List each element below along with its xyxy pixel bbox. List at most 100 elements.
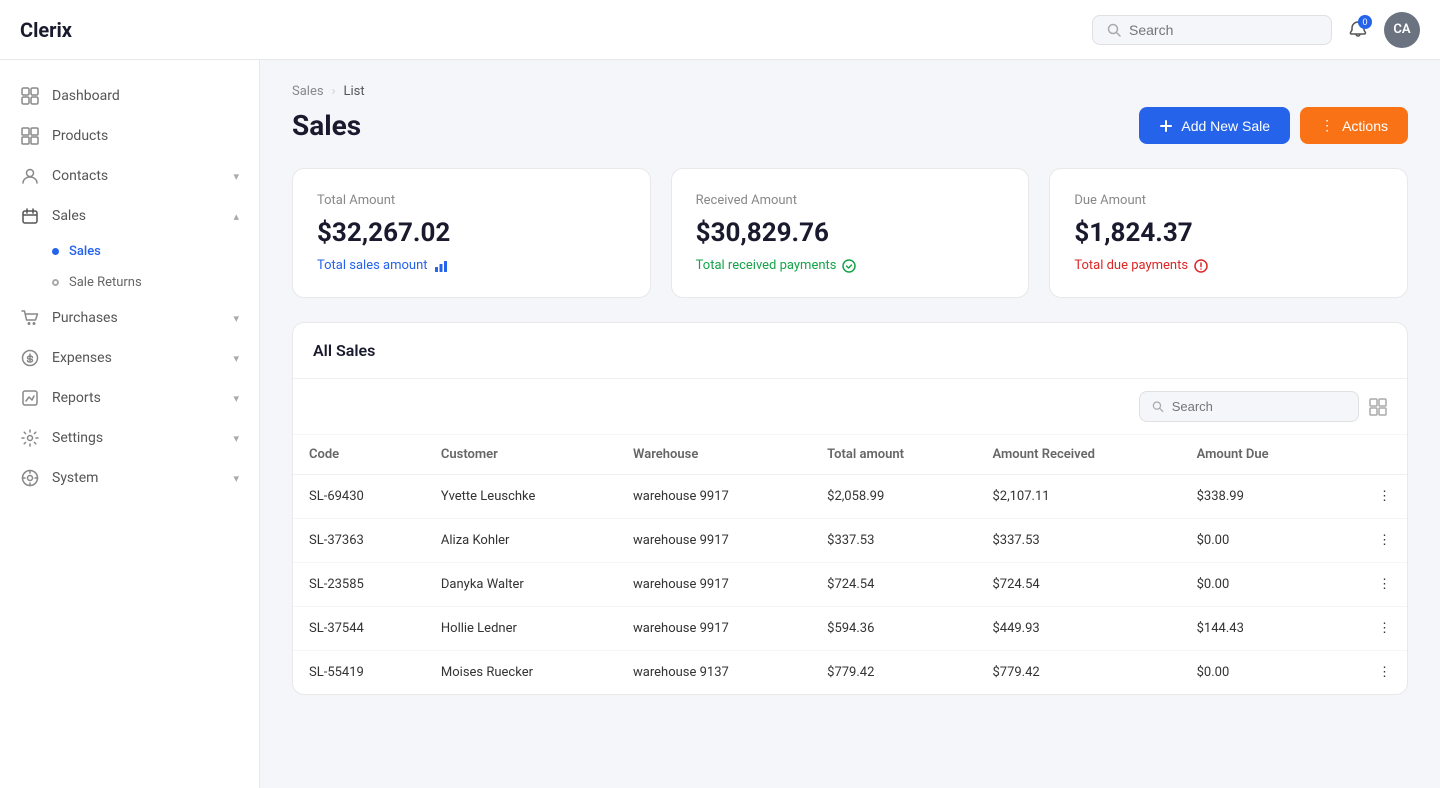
sidebar-item-contacts[interactable]: Contacts ▾ (0, 156, 259, 196)
stat-value: $1,824.37 (1074, 218, 1383, 248)
sidebar: Dashboard Products Contacts (0, 60, 260, 788)
row-menu-button[interactable]: ⋮ (1339, 651, 1407, 695)
col-customer: Customer (425, 435, 617, 475)
cell-due: $0.00 (1181, 519, 1339, 563)
page-title: Sales (292, 109, 361, 142)
notification-button[interactable]: 0 (1348, 19, 1368, 40)
cell-warehouse: warehouse 9917 (617, 519, 811, 563)
navbar-right: 0 CA (1092, 12, 1420, 48)
chevron-up-icon: ▴ (233, 210, 239, 223)
col-received: Amount Received (976, 435, 1180, 475)
table-search-input[interactable] (1172, 399, 1346, 414)
table-toolbar (293, 379, 1407, 435)
add-new-sale-button[interactable]: Add New Sale (1139, 107, 1290, 144)
stat-value: $32,267.02 (317, 218, 626, 248)
cell-code: SL-37544 (293, 607, 425, 651)
cell-total: $337.53 (811, 519, 976, 563)
table-section: All Sales (292, 322, 1408, 695)
breadcrumb-current: List (343, 84, 364, 99)
row-menu-button[interactable]: ⋮ (1339, 519, 1407, 563)
active-dot (52, 248, 59, 255)
notification-badge: 0 (1358, 15, 1372, 29)
stat-link[interactable]: Total received payments (696, 258, 1005, 273)
dashboard-icon (20, 86, 40, 106)
cell-code: SL-55419 (293, 651, 425, 695)
row-menu-button[interactable]: ⋮ (1339, 563, 1407, 607)
global-search-bar[interactable] (1092, 15, 1332, 45)
navbar: Clerix 0 CA (0, 0, 1440, 60)
cell-code: SL-23585 (293, 563, 425, 607)
stat-link-text: Total due payments (1074, 258, 1188, 273)
cell-received: $337.53 (976, 519, 1180, 563)
stat-value: $30,829.76 (696, 218, 1005, 248)
cell-code: SL-69430 (293, 475, 425, 519)
stat-label: Received Amount (696, 193, 1005, 208)
page-header: Sales Add New Sale ⋮ Actions (292, 107, 1408, 144)
cell-total: $594.36 (811, 607, 976, 651)
cell-total: $724.54 (811, 563, 976, 607)
sidebar-sub-sales[interactable]: Sales (0, 236, 259, 267)
sidebar-item-reports[interactable]: Reports ▾ (0, 378, 259, 418)
cell-due: $338.99 (1181, 475, 1339, 519)
cell-received: $779.42 (976, 651, 1180, 695)
breadcrumb-sep: › (332, 84, 336, 99)
dots-icon: ⋮ (1320, 117, 1334, 134)
layout: Dashboard Products Contacts (0, 60, 1440, 788)
breadcrumb-parent: Sales (292, 84, 324, 99)
expenses-icon (20, 348, 40, 368)
table-title: All Sales (293, 323, 1407, 379)
header-actions: Add New Sale ⋮ Actions (1139, 107, 1408, 144)
cell-warehouse: warehouse 9917 (617, 607, 811, 651)
avatar[interactable]: CA (1384, 12, 1420, 48)
stats-row: Total Amount $32,267.02 Total sales amou… (292, 168, 1408, 298)
chevron-down-icon: ▾ (233, 392, 239, 405)
stat-card-total: Total Amount $32,267.02 Total sales amou… (292, 168, 651, 298)
breadcrumb: Sales › List (292, 84, 1408, 99)
cell-warehouse: warehouse 9917 (617, 563, 811, 607)
sidebar-item-system[interactable]: System ▾ (0, 458, 259, 498)
sidebar-item-label: Reports (52, 390, 101, 406)
col-warehouse: Warehouse (617, 435, 811, 475)
sidebar-item-expenses[interactable]: Expenses ▾ (0, 338, 259, 378)
products-icon (20, 126, 40, 146)
sidebar-item-label: Settings (52, 430, 103, 446)
table-row: SL-37544 Hollie Ledner warehouse 9917 $5… (293, 607, 1407, 651)
sidebar-item-purchases[interactable]: Purchases ▾ (0, 298, 259, 338)
sidebar-item-label: Dashboard (52, 88, 120, 104)
stat-card-received: Received Amount $30,829.76 Total receive… (671, 168, 1030, 298)
col-due: Amount Due (1181, 435, 1339, 475)
col-actions (1339, 435, 1407, 475)
cell-due: $144.43 (1181, 607, 1339, 651)
sidebar-sub-sale-returns[interactable]: Sale Returns (0, 267, 259, 298)
cell-code: SL-37363 (293, 519, 425, 563)
row-menu-button[interactable]: ⋮ (1339, 475, 1407, 519)
sidebar-item-settings[interactable]: Settings ▾ (0, 418, 259, 458)
stat-link[interactable]: Total sales amount (317, 258, 626, 273)
table-search-bar[interactable] (1139, 391, 1359, 422)
chevron-down-icon: ▾ (233, 472, 239, 485)
cell-received: $2,107.11 (976, 475, 1180, 519)
search-icon (1107, 22, 1121, 38)
grid-view-icon[interactable] (1369, 397, 1387, 417)
sidebar-item-products[interactable]: Products (0, 116, 259, 156)
table-header-row: Code Customer Warehouse Total amount Amo… (293, 435, 1407, 475)
stat-link-text: Total sales amount (317, 258, 428, 273)
stat-card-due: Due Amount $1,824.37 Total due payments (1049, 168, 1408, 298)
cell-total: $2,058.99 (811, 475, 976, 519)
stat-link[interactable]: Total due payments (1074, 258, 1383, 273)
system-icon (20, 468, 40, 488)
cell-received: $449.93 (976, 607, 1180, 651)
sidebar-item-sales[interactable]: Sales ▴ (0, 196, 259, 236)
chevron-down-icon: ▾ (233, 432, 239, 445)
row-menu-button[interactable]: ⋮ (1339, 607, 1407, 651)
cell-customer: Hollie Ledner (425, 607, 617, 651)
col-code: Code (293, 435, 425, 475)
global-search-input[interactable] (1129, 22, 1317, 38)
actions-button[interactable]: ⋮ Actions (1300, 107, 1408, 144)
chevron-down-icon: ▾ (233, 170, 239, 183)
purchases-icon (20, 308, 40, 328)
stat-label: Total Amount (317, 193, 626, 208)
main-content: Sales › List Sales Add New Sale ⋮ Action… (260, 60, 1440, 788)
cell-warehouse: warehouse 9917 (617, 475, 811, 519)
sidebar-item-dashboard[interactable]: Dashboard (0, 76, 259, 116)
